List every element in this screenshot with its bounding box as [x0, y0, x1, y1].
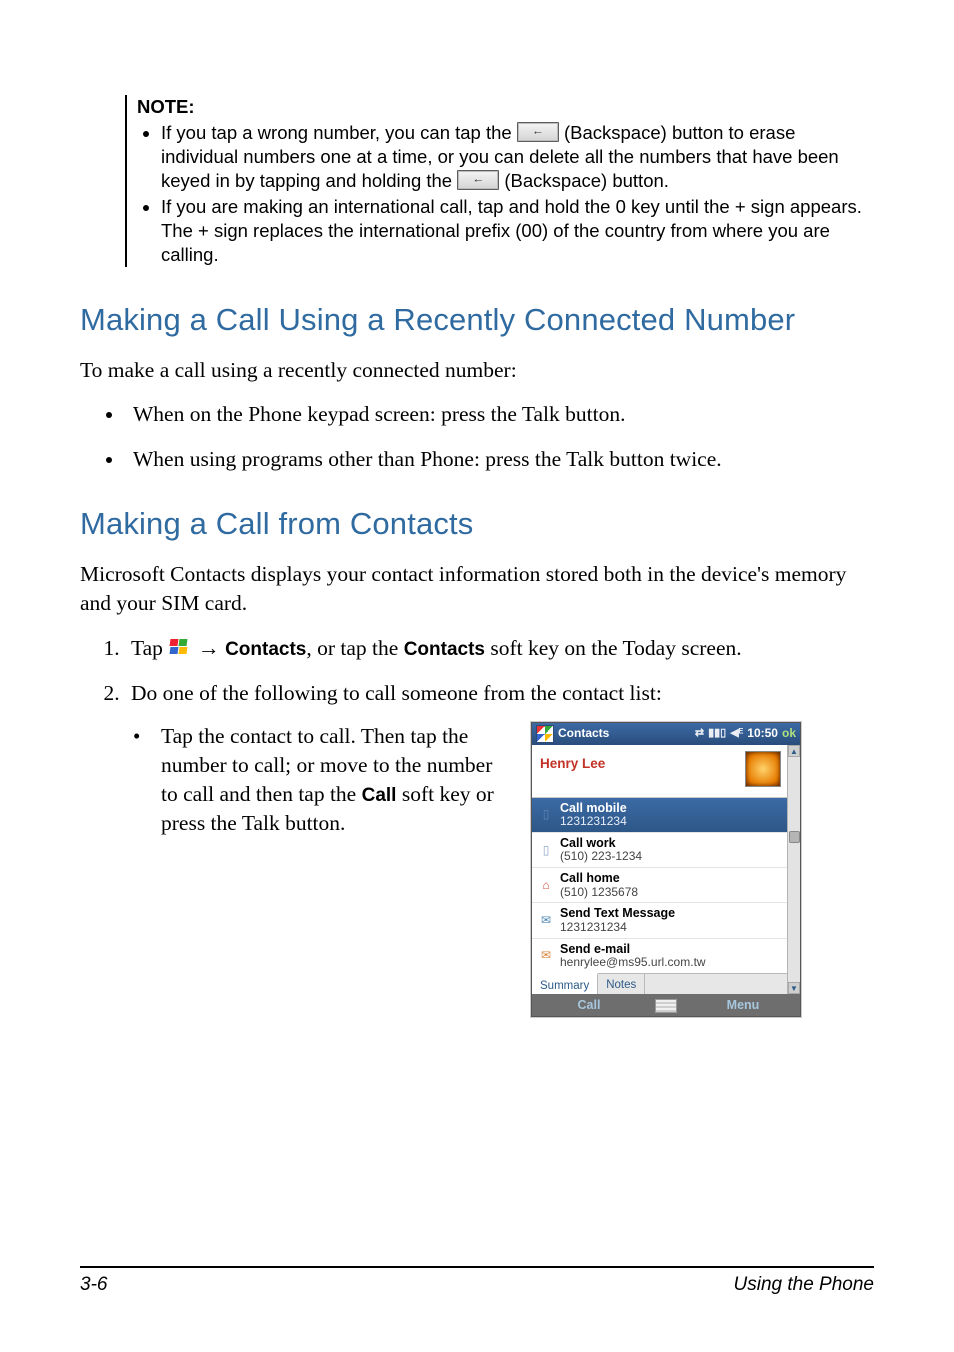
tab-notes[interactable]: Notes — [598, 974, 645, 994]
step2-subbullet: Tap the contact to call. Then tap the nu… — [161, 722, 501, 838]
row-value: (510) 223-1234 — [560, 850, 642, 864]
phone-softkeys: Call Menu — [532, 994, 800, 1016]
softkey-keyboard[interactable] — [646, 995, 686, 1015]
row-value: 1231231234 — [560, 815, 627, 829]
step2-call-bold: Call — [362, 785, 397, 806]
contact-row-call-work[interactable]: ▯ Call work (510) 223-1234 — [532, 832, 787, 867]
section-heading-recent: Making a Call Using a Recently Connected… — [80, 302, 874, 338]
arrow-icon: → — [198, 635, 220, 660]
windows-start-icon — [170, 639, 190, 657]
connectivity-icon: ⇄ — [695, 725, 704, 743]
step-2: Do one of the following to call someone … — [125, 676, 874, 1017]
phone-title: Contacts — [558, 724, 609, 743]
note-item-1-post: (Backspace) button. — [504, 170, 669, 191]
row-value: 1231231234 — [560, 921, 675, 935]
mail-icon: ✉ — [538, 948, 554, 964]
row-label: Call home — [560, 871, 638, 885]
row-label: Call work — [560, 836, 642, 850]
scroll-thumb[interactable] — [789, 831, 800, 843]
section1-bullet-1: When on the Phone keypad screen: press t… — [125, 397, 874, 431]
scroll-up-icon[interactable]: ▲ — [788, 745, 800, 757]
signal-icon: ▮▮▯ — [708, 725, 726, 743]
row-label: Send Text Message — [560, 906, 675, 920]
page-footer: 3-6 Using the Phone — [80, 1266, 874, 1296]
scrollbar[interactable]: ▲ ▼ — [787, 745, 800, 994]
section2-intro: Microsoft Contacts displays your contact… — [80, 560, 874, 618]
contacts-screenshot: Contacts ⇄ ▮▮▯ ◀ᴱ 10:50 ok Henry Lee — [531, 722, 801, 1017]
footer-title: Using the Phone — [734, 1274, 875, 1296]
step1-post: soft key on the Today screen. — [485, 636, 742, 660]
tab-summary[interactable]: Summary — [532, 973, 598, 994]
speaker-icon: ◀ᴱ — [730, 725, 743, 743]
softkey-menu[interactable]: Menu — [686, 995, 800, 1015]
avatar — [745, 751, 781, 787]
contact-header: Henry Lee — [532, 745, 787, 798]
phone-time: 10:50 — [747, 724, 778, 743]
row-label: Send e-mail — [560, 942, 706, 956]
contact-row-call-mobile[interactable]: ▯ Call mobile 1231231234 — [532, 798, 787, 832]
row-value: (510) 1235678 — [560, 886, 638, 900]
step1-mid: , or tap the — [306, 636, 403, 660]
sms-icon: ✉ — [538, 913, 554, 929]
note-box: NOTE: If you tap a wrong number, you can… — [125, 95, 874, 267]
note-item-2: If you are making an international call,… — [161, 195, 874, 267]
page-number: 3-6 — [80, 1274, 107, 1296]
keyboard-icon — [655, 999, 677, 1013]
step1-contacts-bold: Contacts — [225, 639, 306, 660]
softkey-call[interactable]: Call — [532, 995, 646, 1015]
contact-tabs: Summary Notes — [532, 973, 787, 994]
contact-row-call-home[interactable]: ⌂ Call home (510) 1235678 — [532, 867, 787, 902]
step1-contacts-bold2: Contacts — [404, 639, 485, 660]
section-heading-contacts: Making a Call from Contacts — [80, 506, 874, 542]
section1-bullets: When on the Phone keypad screen: press t… — [80, 397, 874, 476]
note-item-1: If you tap a wrong number, you can tap t… — [161, 121, 874, 193]
backspace-icon — [517, 122, 559, 142]
step2-intro: Do one of the following to call someone … — [131, 681, 662, 705]
note-title: NOTE: — [137, 96, 195, 117]
contact-row-send-email[interactable]: ✉ Send e-mail henrylee@ms95.url.com.tw — [532, 938, 787, 973]
phone-titlebar: Contacts ⇄ ▮▮▯ ◀ᴱ 10:50 ok — [532, 723, 800, 745]
step-1: Tap → Contacts, or tap the Contacts soft… — [125, 630, 874, 665]
home-icon: ⌂ — [538, 877, 554, 893]
contact-name: Henry Lee — [540, 753, 605, 775]
contact-row-send-text[interactable]: ✉ Send Text Message 1231231234 — [532, 902, 787, 937]
scroll-down-icon[interactable]: ▼ — [788, 982, 800, 994]
work-icon: ▯ — [538, 842, 554, 858]
section2-steps: Tap → Contacts, or tap the Contacts soft… — [80, 630, 874, 1017]
note-item-1-pre: If you tap a wrong number, you can tap t… — [161, 122, 517, 143]
section1-bullet-2: When using programs other than Phone: pr… — [125, 442, 874, 476]
start-icon[interactable] — [536, 725, 554, 743]
ok-button[interactable]: ok — [782, 724, 796, 743]
mobile-icon: ▯ — [538, 807, 554, 823]
row-label: Call mobile — [560, 801, 627, 815]
row-value: henrylee@ms95.url.com.tw — [560, 956, 706, 970]
section1-intro: To make a call using a recently connecte… — [80, 356, 874, 385]
backspace-icon — [457, 170, 499, 190]
step1-pre: Tap — [131, 636, 168, 660]
